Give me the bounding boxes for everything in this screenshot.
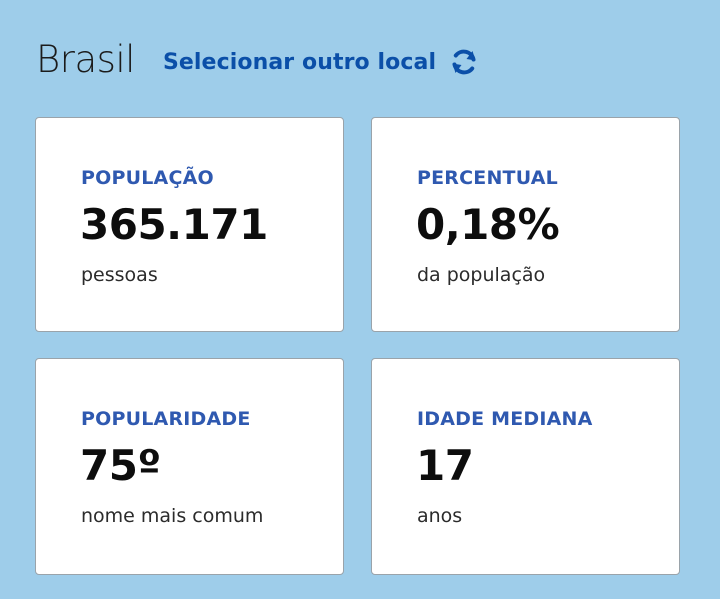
card-label: PERCENTUAL xyxy=(417,167,558,189)
card-label: IDADE MEDIANA xyxy=(417,408,593,430)
popularity-card: POPULARIDADE 75º nome mais comum xyxy=(35,358,344,575)
location-title: Brasil xyxy=(36,37,135,81)
header: Brasil Selecionar outro local xyxy=(36,34,480,84)
population-card: POPULAÇÃO 365.171 pessoas xyxy=(35,117,344,332)
select-location-link[interactable]: Selecionar outro local xyxy=(163,46,480,78)
card-value: 365.171 xyxy=(80,200,268,249)
percentage-card: PERCENTUAL 0,18% da população xyxy=(371,117,680,332)
median-age-card: IDADE MEDIANA 17 anos xyxy=(371,358,680,575)
card-unit: anos xyxy=(417,505,463,527)
card-unit: da população xyxy=(417,264,546,286)
card-unit: nome mais comum xyxy=(81,505,264,527)
card-unit: pessoas xyxy=(81,264,158,286)
card-label: POPULARIDADE xyxy=(81,408,251,430)
card-value: 75º xyxy=(80,441,161,490)
card-value: 0,18% xyxy=(416,200,560,249)
card-value: 17 xyxy=(416,441,474,490)
card-label: POPULAÇÃO xyxy=(81,167,214,189)
refresh-icon[interactable] xyxy=(448,46,480,78)
select-location-label: Selecionar outro local xyxy=(162,49,437,75)
